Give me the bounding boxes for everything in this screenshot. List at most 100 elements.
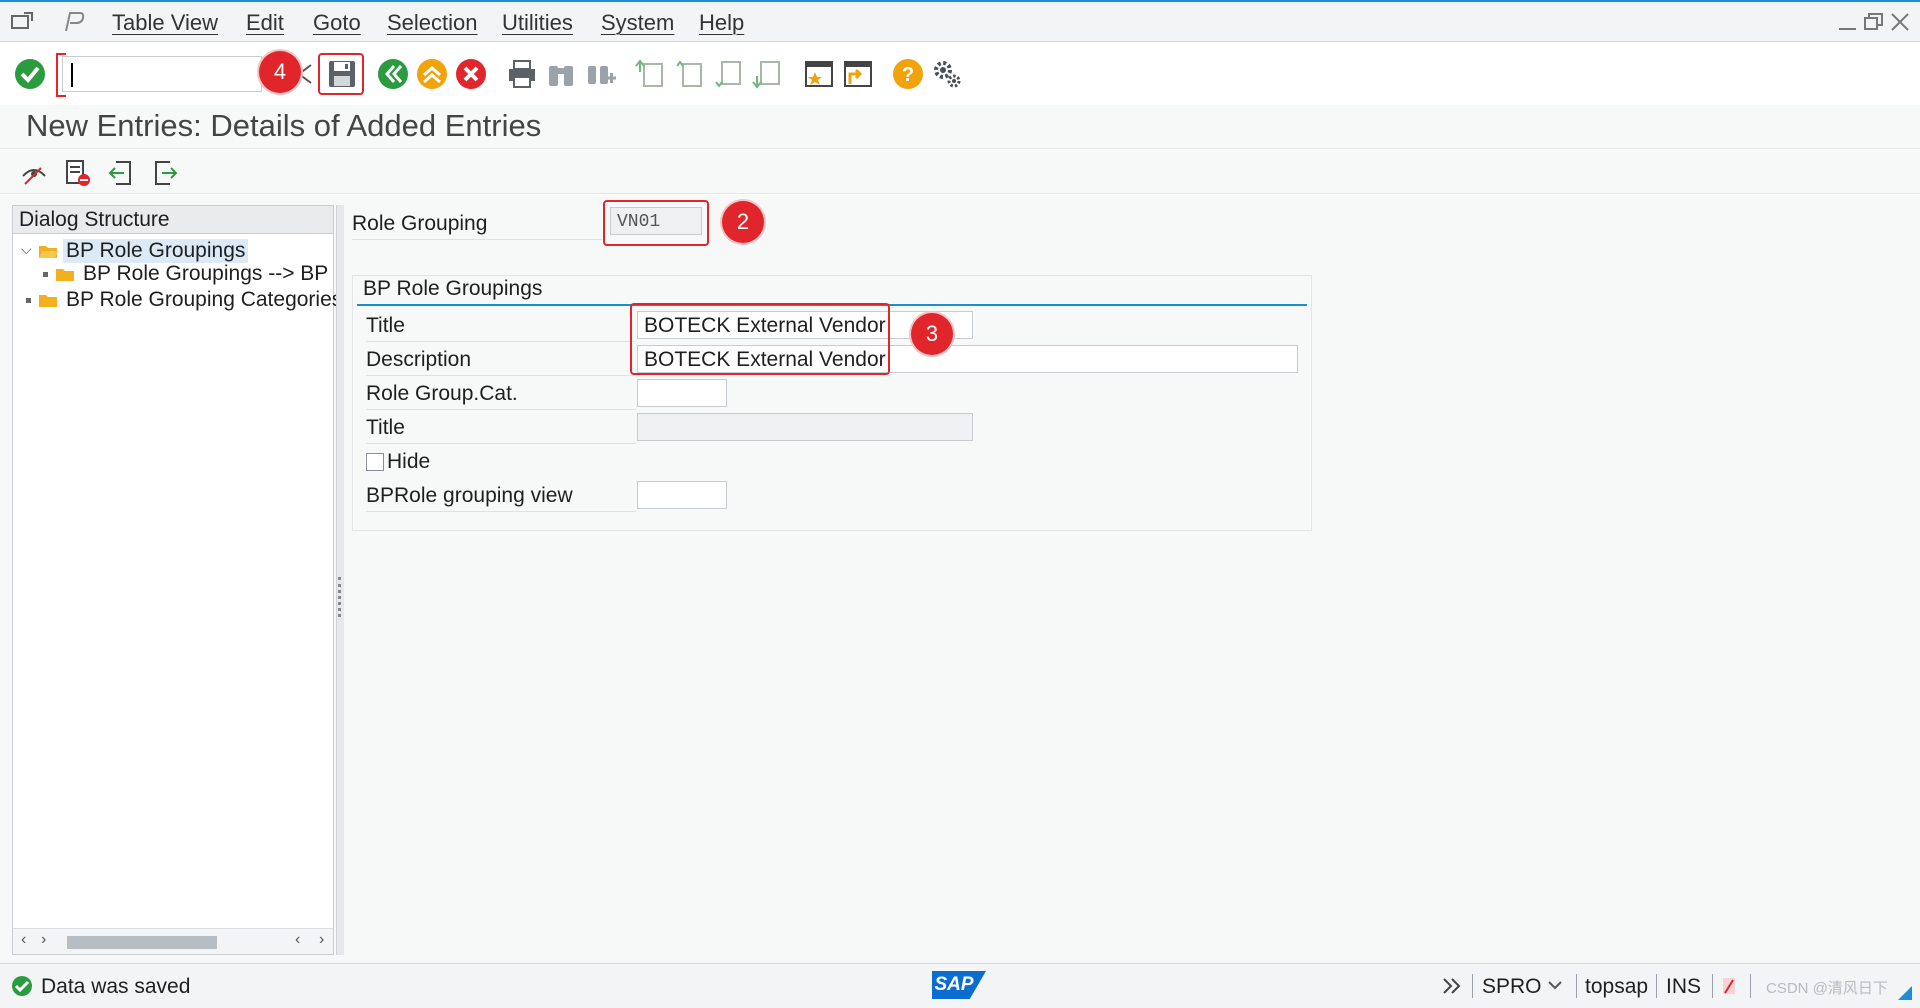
resize-grip-icon[interactable]: [1896, 984, 1914, 1007]
tree-bullet: [26, 298, 31, 303]
menu-utilities[interactable]: Utilities: [502, 10, 573, 36]
title-label: Title: [366, 314, 405, 337]
find-next-icon[interactable]: [584, 57, 618, 91]
status-separator: [1472, 974, 1473, 998]
enter-icon[interactable]: [13, 57, 47, 91]
status-indicator-icon: [1720, 975, 1738, 1002]
chevron-down-icon[interactable]: [1547, 978, 1563, 997]
menu-system[interactable]: System: [601, 10, 674, 36]
watermark-text: CSDN @清风日下: [1766, 980, 1888, 997]
previous-entry-icon[interactable]: [104, 156, 138, 190]
label-underline: [366, 375, 636, 376]
label-underline: [366, 409, 636, 410]
create-session-icon[interactable]: [802, 57, 836, 91]
hide-label: Hide: [387, 450, 431, 473]
display-change-icon[interactable]: [17, 156, 51, 190]
status-separator: [1576, 974, 1577, 998]
dialog-structure-panel: Dialog Structure ⌵ BP Role Groupings BP …: [12, 205, 342, 955]
minimize-icon[interactable]: [1836, 11, 1860, 33]
scroll-right-icon[interactable]: ›: [319, 931, 324, 949]
find-icon[interactable]: [544, 57, 578, 91]
group-title: BP Role Groupings: [363, 277, 543, 300]
panel-splitter[interactable]: [336, 205, 344, 955]
label-underline: [352, 239, 602, 240]
sap-gui-logo-icon: [62, 11, 86, 33]
text-caret: [71, 63, 73, 87]
cancel-icon[interactable]: [454, 57, 488, 91]
next-entry-icon[interactable]: [148, 156, 182, 190]
title-description-highlight: [630, 303, 890, 375]
annotation-badge-3: 3: [911, 313, 953, 355]
next-page-icon[interactable]: [712, 57, 746, 91]
horizontal-scrollbar[interactable]: ‹ › ‹ ›: [13, 928, 333, 954]
scroll-left-icon[interactable]: ‹: [295, 931, 300, 949]
exit-icon[interactable]: [415, 57, 449, 91]
menu-table-view[interactable]: Table View: [112, 10, 218, 36]
tree-bullet: [43, 272, 48, 277]
hide-checkbox[interactable]: [366, 453, 384, 471]
save-icon[interactable]: [325, 57, 359, 91]
dialog-structure-header: Dialog Structure: [13, 206, 333, 234]
system-name: SPRO: [1482, 975, 1542, 998]
sap-logo: SAP: [932, 971, 986, 999]
client-name: topsap: [1585, 975, 1649, 998]
restore-icon[interactable]: [1862, 11, 1886, 33]
role-group-cat-field[interactable]: [637, 379, 727, 407]
status-separator: [1656, 974, 1657, 998]
tree-node-bp-role-groupings-to-bp[interactable]: BP Role Groupings --> BP: [55, 262, 331, 286]
status-message[interactable]: Data was saved: [41, 975, 190, 999]
menu-help[interactable]: Help: [699, 10, 744, 36]
annotation-badge-2: 2: [722, 201, 764, 243]
role-grouping-highlight: [603, 200, 709, 246]
delete-entry-icon[interactable]: [60, 156, 94, 190]
success-icon: [11, 975, 33, 1002]
label-underline: [366, 341, 636, 342]
previous-page-icon[interactable]: [673, 57, 707, 91]
status-bar: Data was saved SAP SPRO topsap INS CSDN …: [0, 963, 1920, 1008]
command-field[interactable]: [62, 56, 262, 92]
menu-goto[interactable]: Goto: [313, 10, 361, 36]
category-title-field: [637, 413, 973, 441]
description-label: Description: [366, 348, 472, 371]
title-bar: New Entries: Details of Added Entries: [0, 105, 1920, 149]
folder-icon: [56, 269, 74, 281]
menu-selection[interactable]: Selection: [387, 10, 478, 36]
tree-node-label: BP Role Grouping Categories: [66, 288, 343, 311]
status-separator: [1712, 974, 1713, 998]
customize-layout-icon[interactable]: [930, 57, 964, 91]
tree-node-label: BP Role Groupings: [63, 239, 249, 263]
scroll-left-icon[interactable]: ‹: [21, 931, 26, 949]
splitter-grip[interactable]: [338, 577, 342, 617]
insert-mode[interactable]: INS: [1666, 975, 1701, 999]
menu-edit[interactable]: Edit: [246, 10, 284, 36]
scrollbar-thumb[interactable]: [67, 936, 217, 949]
expand-status-icon[interactable]: [1441, 976, 1463, 1001]
print-icon[interactable]: [505, 57, 539, 91]
standard-toolbar: 4 ?: [0, 43, 1920, 105]
folder-icon: [39, 295, 57, 307]
last-page-icon[interactable]: [751, 57, 785, 91]
svg-text:?: ?: [902, 64, 914, 86]
category-title-label: Title: [366, 416, 405, 439]
expand-toggle-icon[interactable]: ⌵: [21, 241, 32, 258]
bprole-grouping-view-field[interactable]: [637, 481, 727, 509]
tree-node-bp-role-grouping-categories[interactable]: BP Role Grouping Categories: [38, 288, 345, 312]
annotation-badge-4: 4: [259, 51, 301, 93]
menu-icon[interactable]: [10, 11, 34, 33]
menu-bar: Table View Edit Goto Selection Utilities…: [0, 0, 1920, 42]
first-page-icon[interactable]: [634, 57, 668, 91]
back-icon[interactable]: [376, 57, 410, 91]
status-separator: [1750, 974, 1751, 998]
open-folder-icon: [39, 246, 58, 258]
shortcut-icon[interactable]: [841, 57, 875, 91]
application-toolbar: [0, 150, 1920, 194]
bprole-grouping-view-label: BPRole grouping view: [366, 484, 573, 507]
scroll-right-icon[interactable]: ›: [41, 931, 46, 949]
role-grouping-label: Role Grouping: [352, 212, 488, 235]
page-title: New Entries: Details of Added Entries: [26, 108, 542, 143]
label-underline: [366, 443, 636, 444]
close-icon[interactable]: [1888, 11, 1912, 33]
help-icon[interactable]: ?: [891, 57, 925, 91]
role-group-cat-label: Role Group.Cat.: [366, 382, 518, 405]
tree-node-bp-role-groupings[interactable]: BP Role Groupings: [38, 239, 249, 263]
